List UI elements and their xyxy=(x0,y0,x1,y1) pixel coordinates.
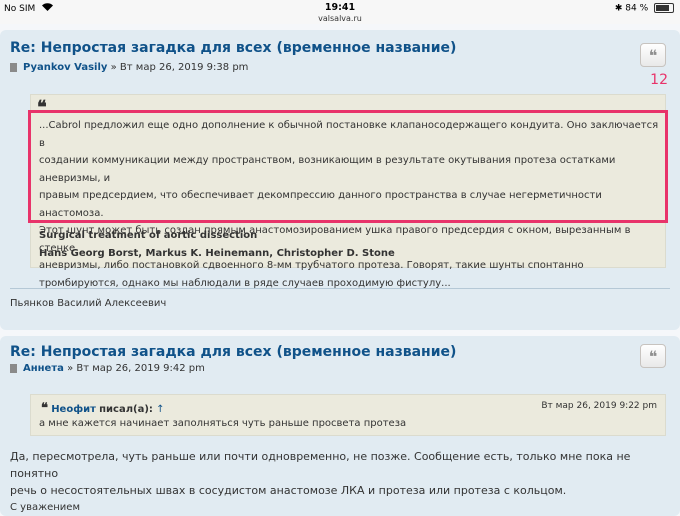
status-right: ✱ 84 % xyxy=(615,3,674,14)
address-url[interactable]: valsalva.ru xyxy=(0,14,680,23)
post-body-line: Да, пересмотрела, чуть раньше или почти … xyxy=(10,450,631,480)
quote-date: Вт мар 26, 2019 9:22 pm xyxy=(541,401,657,411)
post-body: Да, пересмотрела, чуть раньше или почти … xyxy=(10,448,670,499)
post-author[interactable]: Pyankov Vasily xyxy=(23,62,107,73)
post-date: » Вт мар 26, 2019 9:38 pm xyxy=(110,62,249,73)
post-date: » Вт мар 26, 2019 9:42 pm xyxy=(67,363,205,374)
post-file-icon xyxy=(10,363,17,373)
quote-line: тромбируются, однако мы наблюдали в ряде… xyxy=(39,277,451,289)
jump-to-post-icon[interactable]: ↑ xyxy=(156,404,164,415)
cite-authors: Hans Georg Borst, Markus K. Heinemann, C… xyxy=(39,248,395,259)
quote-text: а мне кажется начинает заполняться чуть … xyxy=(39,418,407,429)
highlight-box xyxy=(28,110,668,223)
quote-mark-icon: ❝ xyxy=(41,401,48,416)
status-bar: No SIM 19:41 valsalva.ru ✱ 84 % xyxy=(0,0,680,24)
post-body-line: речь о несостоятельных швах в сосудистом… xyxy=(10,484,567,497)
quote-header: ❝ Неофит писал(а): ↑ xyxy=(41,401,165,416)
post-file-icon xyxy=(10,62,17,72)
post-13: Re: Непростая загадка для всех (временно… xyxy=(0,336,680,516)
post-title[interactable]: Re: Непростая загадка для всех (временно… xyxy=(10,344,456,360)
quote-author[interactable]: Неофит xyxy=(51,404,96,415)
signature: Пьянков Василий Алексеевич xyxy=(10,298,167,309)
status-time: 19:41 xyxy=(324,2,356,13)
quote-line: аневризмы, либо постановкой сдвоенного 8… xyxy=(39,260,584,271)
battery-fill xyxy=(656,5,670,11)
quote-block: ❝ Неофит писал(а): ↑ Вт мар 26, 2019 9:2… xyxy=(30,394,666,436)
signature: С уважением xyxy=(10,502,80,513)
battery-label: 84 % xyxy=(625,3,649,14)
post-byline: Pyankov Vasily » Вт мар 26, 2019 9:38 pm xyxy=(10,62,248,73)
bluetooth-icon: ✱ xyxy=(614,3,623,14)
quote-icon[interactable]: ❝ xyxy=(640,344,666,368)
post-author[interactable]: Аннета xyxy=(23,363,64,374)
quote-icon[interactable]: ❝ xyxy=(640,43,666,67)
battery-icon xyxy=(654,3,674,13)
post-title[interactable]: Re: Непростая загадка для всех (временно… xyxy=(10,40,456,56)
post-byline: Аннета » Вт мар 26, 2019 9:42 pm xyxy=(10,363,205,374)
post-12: Re: Непростая загадка для всех (временно… xyxy=(0,30,680,330)
signature-divider xyxy=(10,288,670,289)
quote-wrote: писал(а): xyxy=(99,404,153,415)
post-number: 12 xyxy=(650,72,668,88)
cite-title: Surgical treatment of aortic dissection xyxy=(39,230,258,241)
